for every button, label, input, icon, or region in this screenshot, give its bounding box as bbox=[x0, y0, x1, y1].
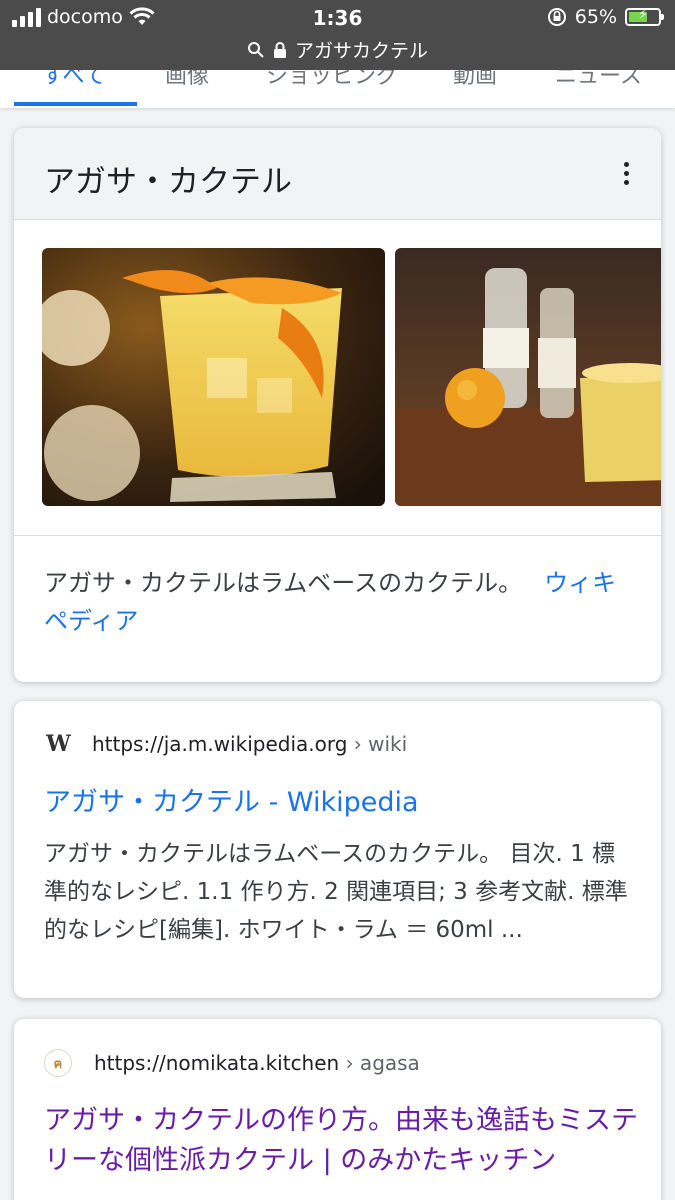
knowledge-panel-description: アガサ・カクテルはラムベースのカクテル。 ウィキペディア bbox=[44, 564, 634, 640]
charging-bolt-icon: ⚡ bbox=[638, 7, 648, 23]
wikipedia-favicon-icon: W bbox=[46, 731, 71, 757]
knowledge-panel: アガサ・カクテル アガサ・カクテルはラムベースのカクテル。 ウィキペディア bbox=[14, 128, 661, 682]
image-carousel[interactable] bbox=[42, 248, 661, 508]
url-text: アガサカクテル bbox=[294, 40, 428, 62]
battery-icon: ⚡ bbox=[625, 7, 664, 26]
result-url: https://nomikata.kitchen bbox=[94, 1051, 340, 1075]
lock-icon bbox=[273, 41, 286, 58]
bar-photo-svg bbox=[395, 248, 661, 506]
cocktail-photo-svg bbox=[42, 248, 385, 506]
result-breadcrumb: › agasa bbox=[345, 1051, 420, 1075]
more-options-icon[interactable] bbox=[621, 162, 631, 188]
bar-image[interactable] bbox=[395, 248, 661, 506]
search-result: ฅ https://nomikata.kitchen › agasa アガサ・カ… bbox=[14, 1019, 661, 1200]
result-url: https://ja.m.wikipedia.org bbox=[92, 732, 348, 756]
cocktail-image[interactable] bbox=[42, 248, 385, 506]
search-icon bbox=[247, 41, 264, 58]
knowledge-panel-title: アガサ・カクテル bbox=[44, 164, 292, 200]
result-title-link[interactable]: アガサ・カクテル - Wikipedia bbox=[44, 783, 644, 823]
result-snippet: アガサ・カクテルはラムベースのカクテル。 目次. 1 標準的なレシピ. 1.1 … bbox=[44, 841, 628, 943]
divider bbox=[14, 535, 661, 536]
status-right: 65% ⚡ bbox=[547, 6, 664, 28]
result-title-link[interactable]: アガサ・カクテルの作り方。由来も逸話もミステリーな個性派カクテル | のみかたキ… bbox=[44, 1101, 644, 1181]
active-tab-indicator bbox=[14, 102, 137, 106]
orientation-lock-icon bbox=[547, 8, 566, 26]
url-bar[interactable]: アガサカクテル bbox=[0, 36, 675, 63]
nomikata-favicon-icon: ฅ bbox=[44, 1049, 72, 1077]
result-url-line[interactable]: ฅ https://nomikata.kitchen › agasa bbox=[44, 1049, 420, 1077]
battery-percent: 65% bbox=[574, 6, 617, 28]
status-bar: docomo 1:36 65% ⚡ アガサカクテル bbox=[0, 0, 675, 70]
search-result: W https://ja.m.wikipedia.org › wiki アガサ・… bbox=[14, 701, 661, 998]
result-url-line[interactable]: W https://ja.m.wikipedia.org › wiki bbox=[44, 731, 407, 757]
description-text: アガサ・カクテルはラムベースのカクテル。 bbox=[44, 569, 523, 597]
result-breadcrumb: › wiki bbox=[353, 732, 408, 756]
knowledge-panel-header: アガサ・カクテル bbox=[14, 128, 661, 220]
